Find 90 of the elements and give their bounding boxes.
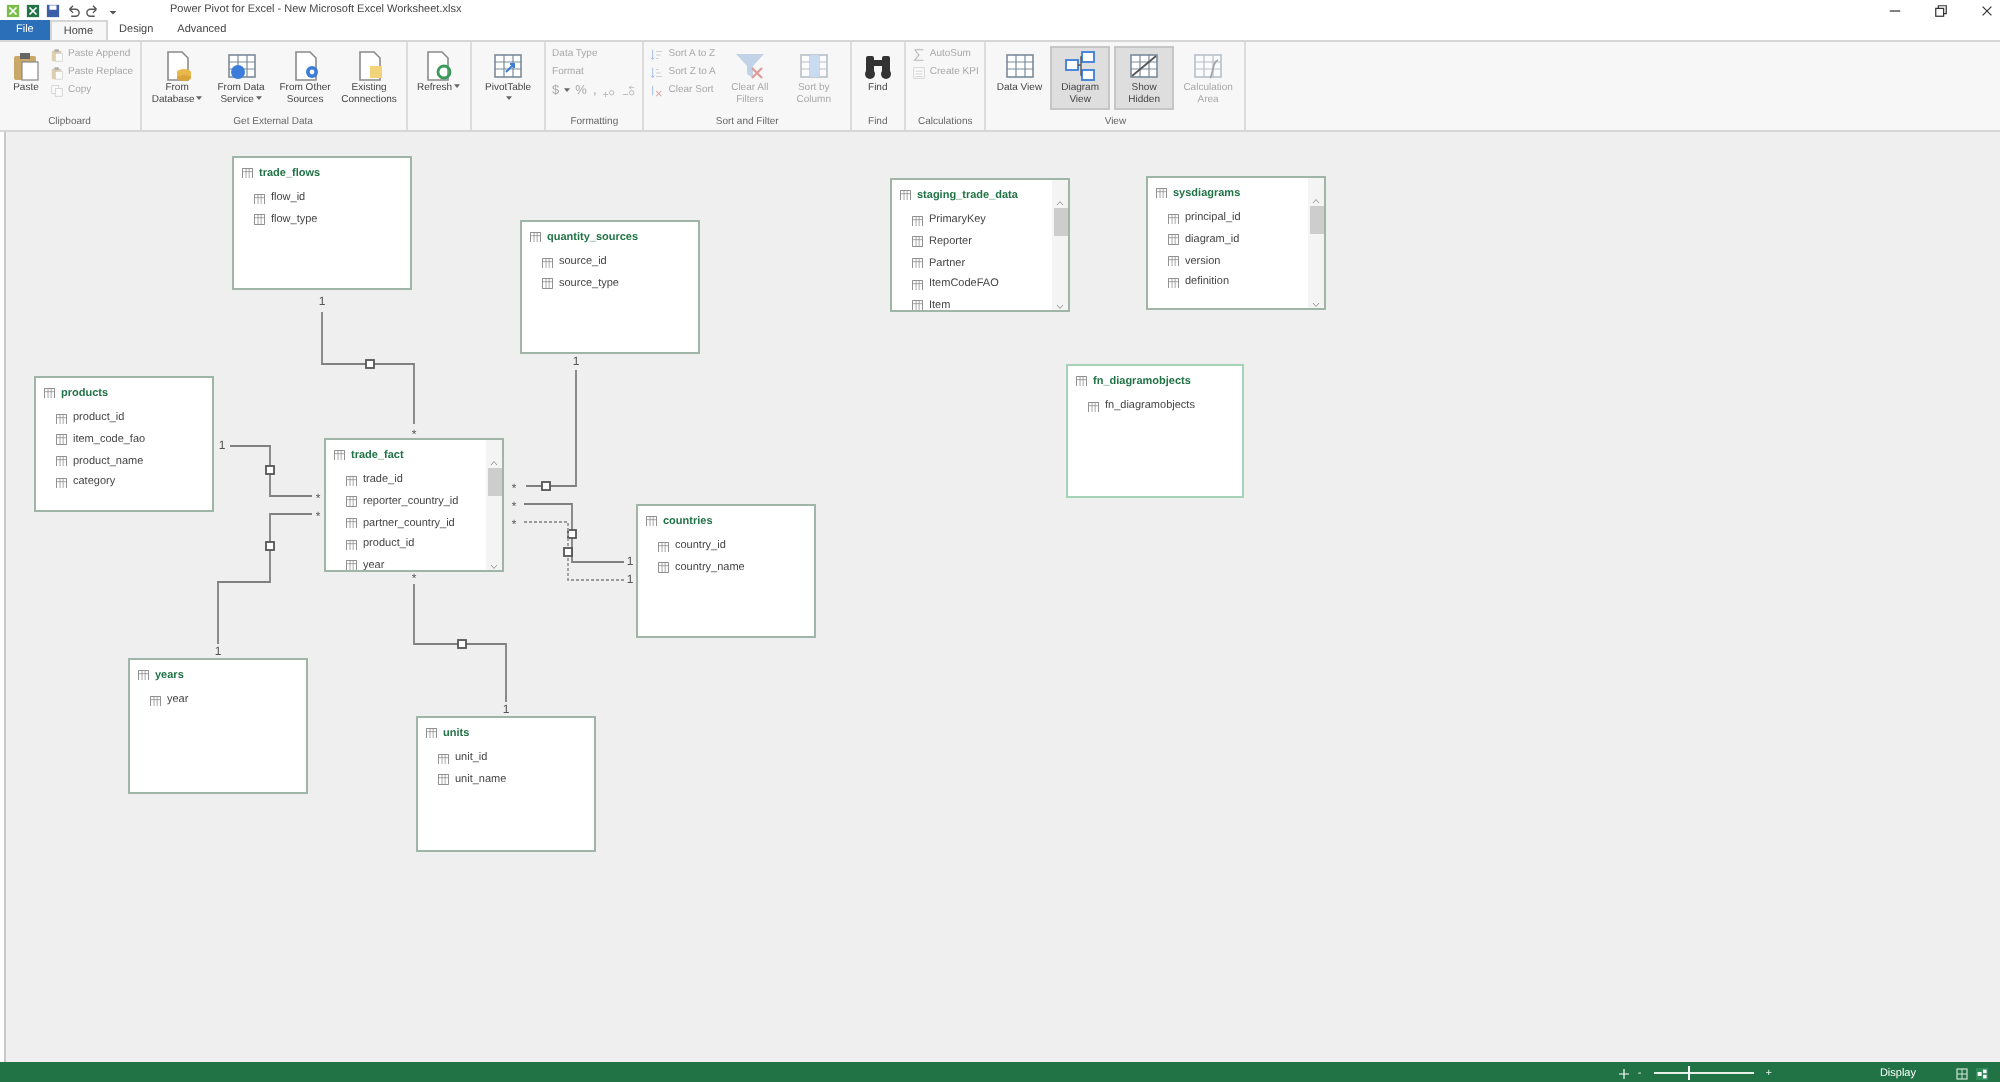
table-icon [254,193,265,205]
table-icon [912,215,923,227]
table-icon [346,560,357,570]
table-icon [346,496,357,508]
gear-document-icon [289,50,322,82]
table-icon [56,455,67,467]
clipboard-icon [10,50,42,82]
table-icon [1168,277,1179,289]
table-icon [56,434,67,446]
refresh-icon [422,50,455,82]
table-icon [658,541,669,553]
table-icon [56,413,67,425]
globe-grid-icon [225,50,258,82]
table-icon [912,279,923,291]
table-icon [242,167,253,179]
scroll-down-icon[interactable] [1056,304,1064,310]
grid-view-icon[interactable] [1956,1067,1968,1079]
relationship-line[interactable] [321,311,415,425]
table-icon [1088,401,1099,413]
table-icon [346,517,357,529]
table-icon [334,449,345,461]
scroll-up-icon[interactable] [490,460,498,466]
scrollbar[interactable] [1308,178,1324,308]
table-icon [438,753,449,765]
database-icon [161,50,194,82]
relationship-line[interactable] [413,583,507,703]
caret-icon [454,84,461,90]
relationship-line[interactable] [525,369,577,491]
table-icon [900,189,911,201]
clipboard-icon [50,47,64,61]
clipboard-icon [50,65,64,79]
scroll-up-icon[interactable] [1312,198,1320,204]
table-icon [646,515,657,527]
caret-icon [196,96,203,102]
close-icon[interactable] [1980,3,1994,17]
table-icon [542,257,553,269]
fit-icon[interactable] [1617,1067,1630,1079]
undo-icon[interactable] [66,3,80,17]
relationship-line[interactable] [523,521,625,581]
table-icon [912,257,923,269]
table-icon [254,214,265,226]
clear-sort-icon [650,83,665,97]
table-icon [912,300,923,310]
sigma-icon [911,47,926,61]
document-icon [353,50,386,82]
table-icon [1168,255,1179,267]
relationship-line[interactable] [229,445,313,497]
kpi-icon [911,65,926,79]
table-icon [44,387,55,399]
table-icon [658,562,669,574]
table-icon [150,695,161,707]
redo-icon[interactable] [86,3,100,17]
relationship-line[interactable] [523,503,625,563]
scrollbar[interactable] [486,440,502,570]
copy-icon [50,83,64,97]
table-icon [1168,213,1179,225]
save-icon[interactable] [46,3,60,17]
scroll-up-icon[interactable] [1056,200,1064,206]
filter-icon [733,50,766,82]
table-icon [1076,375,1087,387]
table-icon [438,774,449,786]
scroll-down-icon[interactable] [490,564,498,570]
table-icon [1168,234,1179,246]
pivot-table-icon [492,50,525,82]
formula-grid-icon [1192,50,1225,82]
caret-icon [255,96,262,102]
binoculars-icon [861,50,894,82]
table-icon [912,236,923,248]
column-sort-icon [797,50,830,82]
relationship-line[interactable] [217,513,313,645]
table-icon [346,539,357,551]
table-icon [56,477,67,489]
caret-icon [506,96,513,102]
table-icon [346,475,357,487]
table-icon [542,278,553,290]
grid-icon [1003,50,1036,82]
table-icon [1156,187,1167,199]
diagram-icon [1064,50,1097,82]
sort-descending-icon [650,65,665,79]
table-icon [138,669,149,681]
sort-ascending-icon [650,47,665,61]
restore-icon[interactable] [1934,3,1948,17]
table-icon [530,231,541,243]
scroll-down-icon[interactable] [1312,302,1320,308]
scrollbar[interactable] [1052,180,1068,310]
diagram-view-icon[interactable] [1976,1067,1988,1079]
spreadsheet-icon[interactable] [26,3,40,17]
table-icon [426,727,437,739]
table-icon [1128,50,1161,82]
caret-icon [563,87,570,93]
